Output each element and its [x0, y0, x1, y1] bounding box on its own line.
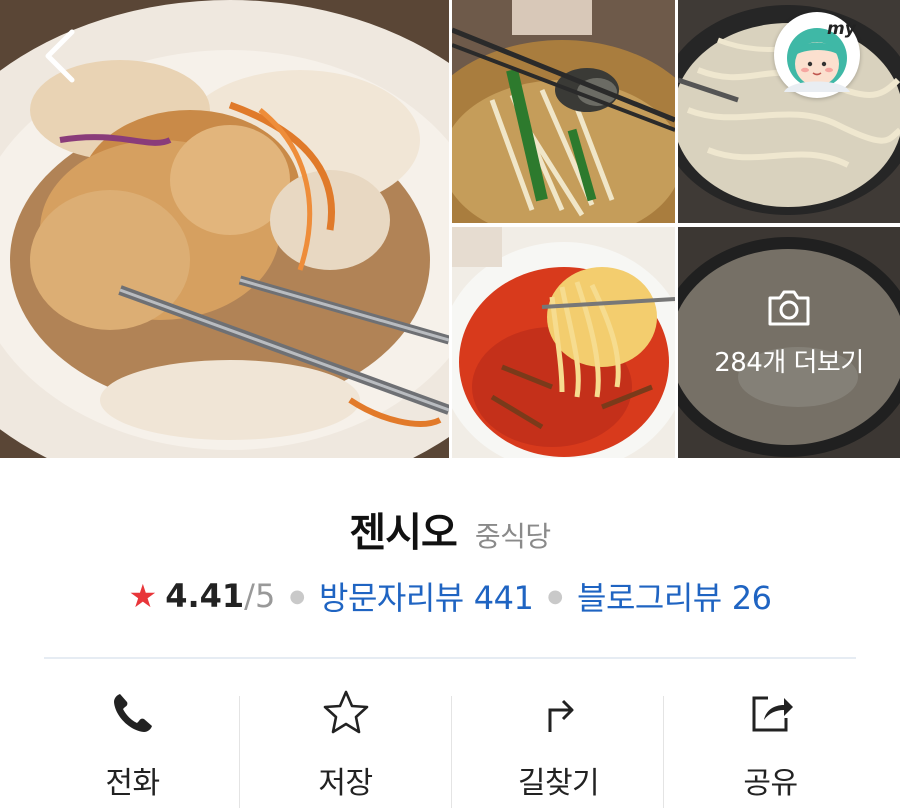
gallery-more-tile[interactable]: 284개 더보기: [678, 227, 900, 458]
directions-label: 길찾기: [517, 766, 600, 801]
rating-star-icon: ★: [128, 577, 158, 615]
place-category: 중식당: [474, 520, 551, 553]
star-outline-icon: [323, 690, 368, 734]
section-divider: [44, 657, 856, 659]
separator-dot: ●: [289, 585, 306, 607]
place-header: 젠시오 중식당: [0, 500, 900, 556]
gallery-photo-2-image: [452, 0, 675, 223]
more-photos-label: 284개 더보기: [714, 348, 864, 378]
action-bar: 전화 저장 길찾기 공유: [0, 660, 900, 808]
visitor-reviews-link[interactable]: 방문자리뷰 441: [319, 573, 534, 619]
blog-reviews-count: 26: [731, 579, 772, 617]
blog-reviews-label: 블로그리뷰: [577, 579, 722, 617]
chevron-left-icon: [45, 29, 75, 83]
rating-max: /5: [244, 577, 276, 615]
directions-icon: [548, 699, 573, 732]
more-photos-overlay[interactable]: 284개 더보기: [678, 227, 900, 458]
share-label: 공유: [743, 766, 798, 801]
camera-icon: [768, 290, 810, 326]
call-label: 전화: [105, 766, 160, 801]
page-title: 젠시오: [349, 510, 457, 556]
my-profile-button[interactable]: my: [774, 12, 860, 98]
rating-row: ★ 4.41 /5 ● 방문자리뷰 441 ● 블로그리뷰 26: [0, 572, 900, 620]
share-button[interactable]: 공유: [658, 660, 883, 808]
directions-button[interactable]: 길찾기: [446, 660, 671, 808]
back-button[interactable]: [38, 26, 84, 86]
visitor-reviews-count: 441: [473, 579, 534, 617]
blog-reviews-link[interactable]: 블로그리뷰 26: [577, 573, 772, 619]
phone-icon: [113, 694, 152, 732]
gallery-photo-2[interactable]: [452, 0, 675, 223]
gallery-photo-4-image: [452, 227, 675, 458]
call-button[interactable]: 전화: [20, 660, 245, 808]
separator-dot: ●: [547, 585, 564, 607]
share-icon: [752, 696, 793, 732]
avatar: my: [784, 19, 857, 92]
profile-badge: my: [827, 19, 857, 39]
gallery-photo-4[interactable]: [452, 227, 675, 458]
save-button[interactable]: 저장: [233, 660, 458, 808]
photo-gallery: 284개 더보기 my: [0, 0, 900, 458]
rating-score: 4.41: [165, 577, 245, 615]
save-label: 저장: [318, 766, 373, 801]
visitor-reviews-label: 방문자리뷰: [319, 579, 464, 617]
